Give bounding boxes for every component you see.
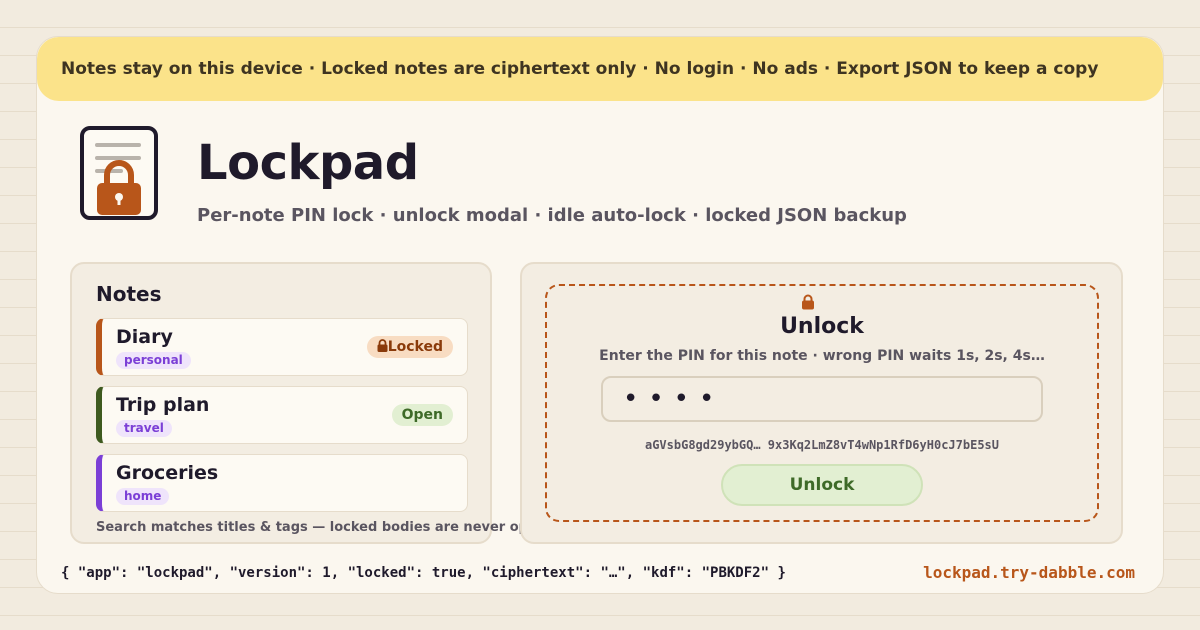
- privacy-banner: Notes stay on this device · Locked notes…: [37, 37, 1163, 101]
- badge-label: Locked: [387, 339, 443, 355]
- note-item-groceries[interactable]: Groceries home: [96, 454, 468, 512]
- lock-icon: [377, 339, 388, 352]
- unlock-panel: Unlock Enter the PIN for this note · wro…: [520, 262, 1123, 544]
- note-title: Diary: [116, 326, 173, 348]
- note-tag[interactable]: travel: [116, 420, 172, 437]
- banner-text: Notes stay on this device · Locked notes…: [61, 59, 1099, 79]
- note-tag[interactable]: personal: [116, 352, 191, 369]
- modal-description: Enter the PIN for this note · wrong PIN …: [599, 348, 1045, 364]
- lock-icon: [802, 294, 814, 310]
- unlock-button[interactable]: Unlock: [721, 464, 923, 506]
- json-export-example: { "app": "lockpad", "version": 1, "locke…: [61, 565, 786, 581]
- locked-badge: Locked: [366, 336, 453, 358]
- unlock-modal: Unlock Enter the PIN for this note · wro…: [545, 284, 1099, 522]
- modal-title: Unlock: [780, 314, 864, 339]
- note-title: Groceries: [116, 462, 219, 484]
- pin-input[interactable]: [601, 376, 1043, 422]
- notes-panel: Notes Diary personal Locked Trip plan tr…: [70, 262, 564, 544]
- lockpad-logo-icon: [80, 126, 158, 220]
- app-card: Notes stay on this device · Locked notes…: [36, 36, 1164, 594]
- note-title: Trip plan: [116, 394, 210, 416]
- ciphertext-preview: aGVsbG8gd29ybGQ… 9x3Kq2LmZ8vT4wNp1RfD6yH…: [644, 438, 999, 452]
- app-subtitle: Per-note PIN lock · unlock modal · idle …: [197, 205, 907, 226]
- note-item-trip-plan[interactable]: Trip plan travel Open: [96, 386, 468, 444]
- search-hint: Search matches titles & tags — locked bo…: [96, 520, 565, 535]
- note-item-diary[interactable]: Diary personal Locked: [96, 318, 468, 376]
- app-title: Lockpad: [197, 135, 419, 191]
- note-tag[interactable]: home: [116, 488, 170, 505]
- site-link[interactable]: lockpad.try-dabble.com: [923, 563, 1135, 582]
- notes-heading: Notes: [96, 282, 162, 306]
- open-badge: Open: [391, 404, 453, 426]
